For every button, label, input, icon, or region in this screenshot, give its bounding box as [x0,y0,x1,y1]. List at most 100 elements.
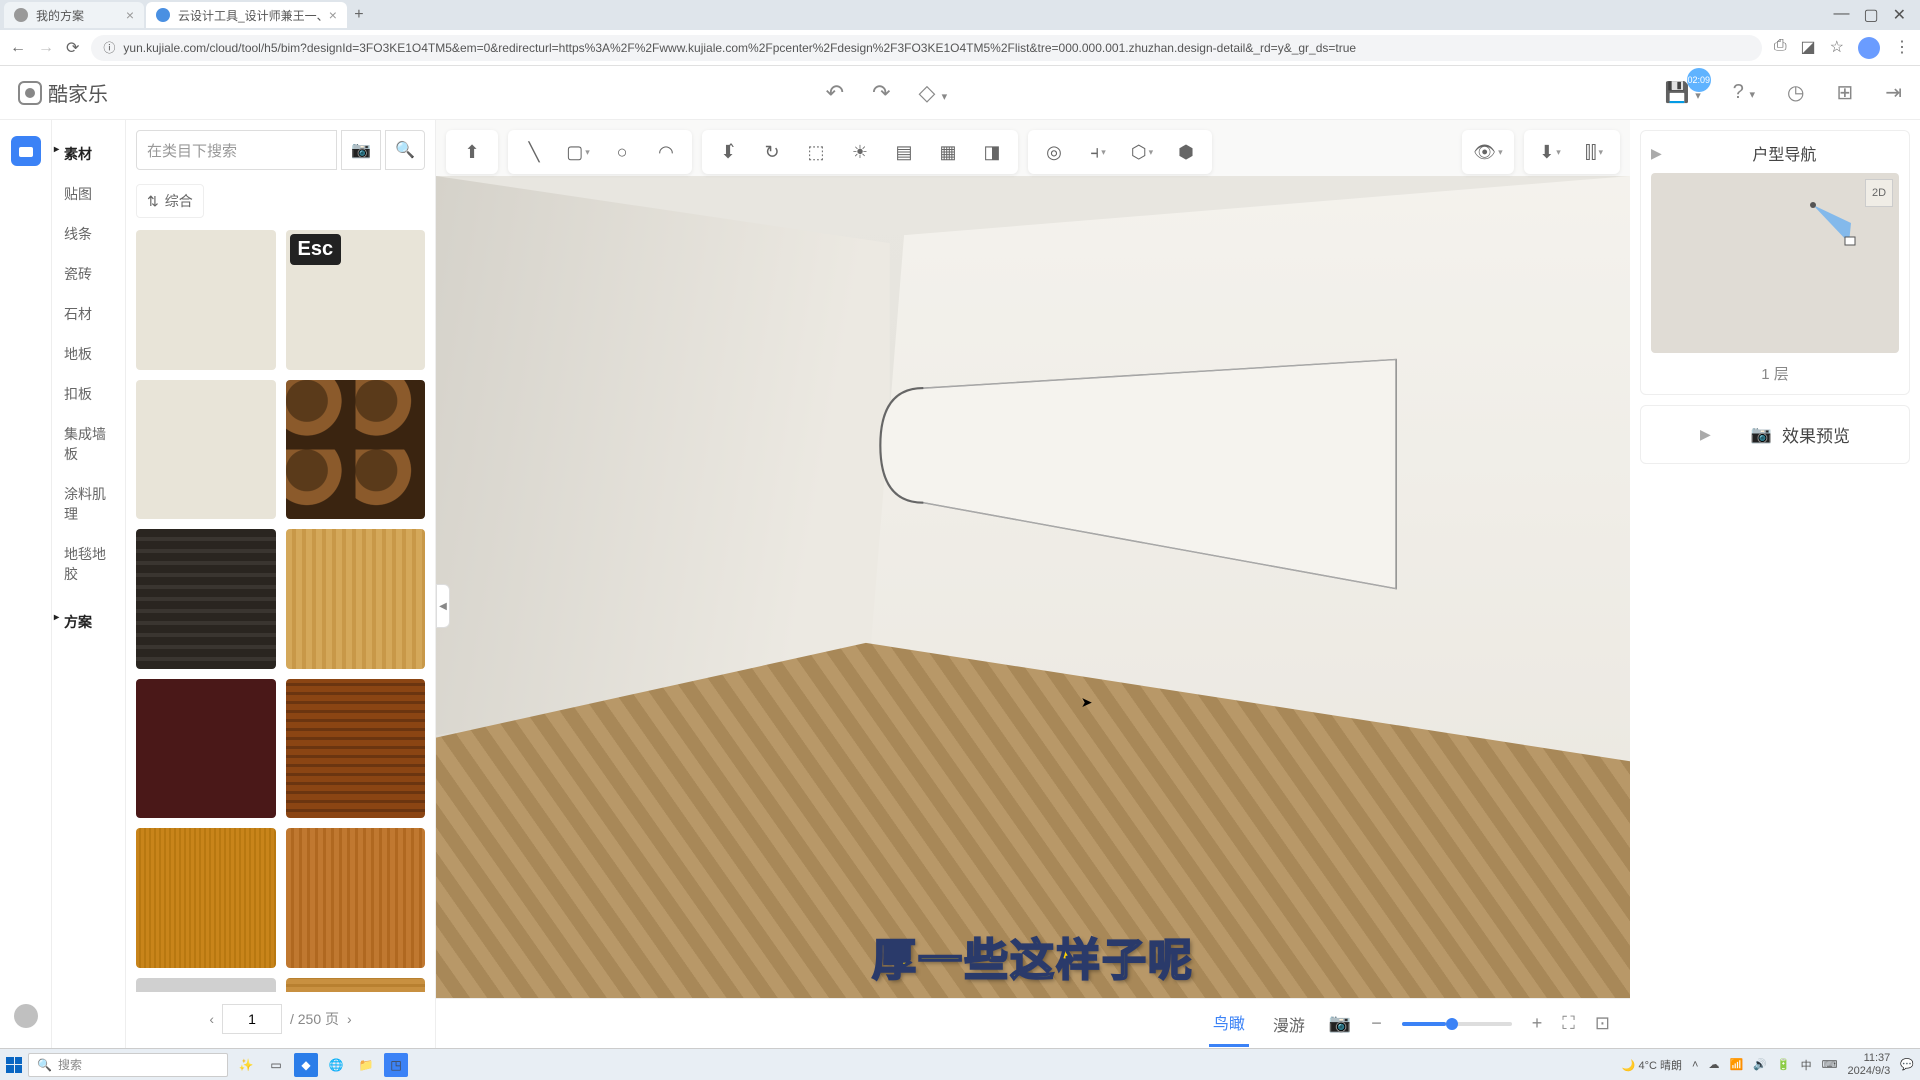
category-head-material[interactable]: 素材 [52,134,125,174]
material-thumb[interactable] [286,679,426,819]
line-tool-icon[interactable]: ╲ [514,136,554,168]
rail-user-avatar[interactable] [14,1004,38,1028]
filter-sort-button[interactable]: ⇅ 综合 [136,184,204,218]
forward-icon[interactable]: → [38,39,54,57]
explorer-icon[interactable]: 📁 [354,1053,378,1077]
category-item[interactable]: 涂料肌理 [52,474,125,534]
layout-tool-icon[interactable]: ▤ [884,136,924,168]
material-thumb[interactable] [136,230,276,370]
view-tab-roam[interactable]: 漫游 [1269,1002,1309,1046]
minimap[interactable]: 2D [1651,173,1899,353]
browser-tab-active[interactable]: 云设计工具_设计师兼王一、 × [146,2,347,28]
panel-collapse-handle[interactable]: ◀ [436,584,450,628]
panel-collapse-icon[interactable]: ▶ [1651,145,1662,162]
eraser-icon[interactable]: ◇ ▾ [919,80,948,106]
battery-icon[interactable]: 🔋 [1777,1058,1791,1071]
help-icon[interactable]: ? ▾ [1733,81,1755,104]
url-input[interactable]: ⓘ yun.kujiale.com/cloud/tool/h5/bim?desi… [91,35,1761,61]
network-icon[interactable]: 📶 [1729,1058,1743,1071]
search-button[interactable]: 🔍 [385,130,425,170]
category-item[interactable]: 贴图 [52,174,125,214]
category-head-scheme[interactable]: 方案 [52,602,125,642]
zoom-in-icon[interactable]: + [1532,1013,1543,1034]
prev-page-icon[interactable]: ‹ [209,1011,214,1027]
image-search-icon[interactable]: 📷 [341,130,381,170]
profile-avatar[interactable] [1858,37,1880,59]
extension-icon[interactable]: ◪ [1801,37,1816,59]
material-thumb[interactable] [136,978,276,993]
site-info-icon[interactable]: ⓘ [103,39,115,56]
focus-tool-icon[interactable]: ◎ [1034,136,1074,168]
material-thumb[interactable] [136,529,276,669]
view-tool-icon[interactable]: 👁▾ [1468,136,1508,168]
undo-icon[interactable]: ↶ [826,80,844,106]
select-tool-icon[interactable]: ⬚ [796,136,836,168]
fit-icon[interactable]: ⛶ [1562,1013,1575,1034]
material-thumb[interactable] [286,828,426,968]
cube-tool-icon[interactable]: ⬡▾ [1122,136,1162,168]
category-item[interactable]: 扣板 [52,374,125,414]
export-icon[interactable]: ⇥ [1885,80,1902,105]
redo-icon[interactable]: ↷ [872,80,890,106]
material-thumb[interactable] [136,679,276,819]
camera-mode-icon[interactable]: 📷 [1329,1013,1351,1034]
category-item[interactable]: 集成墙板 [52,414,125,474]
minimap-2d-toggle[interactable]: 2D [1865,179,1893,207]
bookmark-icon[interactable]: ☆ [1830,37,1844,59]
download-tool-icon[interactable]: ⬇▾ [1530,136,1570,168]
weather-widget[interactable]: 🌙 4°C 晴朗 [1622,1057,1682,1073]
panel-collapse-icon[interactable]: ▶ [1700,426,1711,443]
notifications-icon[interactable]: 💬 [1900,1058,1914,1071]
start-button[interactable] [6,1057,22,1073]
clock[interactable]: 11:37 2024/9/3 [1847,1052,1890,1076]
reload-icon[interactable]: ⟳ [66,38,79,58]
tab-close-icon[interactable]: × [329,7,337,23]
install-app-icon[interactable]: ⎙ [1774,37,1787,59]
grid-tool-icon[interactable]: ▦ [928,136,968,168]
split-tool-icon[interactable]: ◨ [972,136,1012,168]
new-tab-button[interactable]: + [349,6,369,24]
light-tool-icon[interactable]: ☀ [840,136,880,168]
arc-tool-icon[interactable]: ◠ [646,136,686,168]
cloud-icon[interactable]: ☁ [1708,1058,1719,1071]
align-tool-icon[interactable]: ⫞▾ [1078,136,1118,168]
chrome-icon[interactable]: 🌐 [324,1053,348,1077]
model-tool-icon[interactable]: ⬢ [1166,136,1206,168]
zoom-slider[interactable] [1402,1022,1512,1026]
material-thumb[interactable] [286,529,426,669]
history-icon[interactable]: ◷ [1787,80,1804,105]
material-thumb[interactable]: Esc [286,230,426,370]
view-tab-birdeye[interactable]: 鸟瞰 [1209,1000,1249,1047]
category-item[interactable]: 线条 [52,214,125,254]
save-button[interactable]: 💾 ▾ 02:09 [1665,80,1701,105]
material-thumb[interactable] [286,380,426,520]
extrude-tool-icon[interactable]: ⬇̂ [708,136,748,168]
minimize-icon[interactable]: — [1833,5,1849,25]
category-item[interactable]: 石材 [52,294,125,334]
rotate-tool-icon[interactable]: ↻ [752,136,792,168]
category-item[interactable]: 地板 [52,334,125,374]
task-view-icon[interactable]: ▭ [264,1053,288,1077]
ime-mode-icon[interactable]: ⌨ [1822,1058,1838,1071]
back-icon[interactable]: ← [10,39,26,57]
rail-library-icon[interactable] [11,136,41,166]
map-tool-icon[interactable]: ⫿⫿▾ [1574,136,1614,168]
material-thumb[interactable] [286,978,426,993]
taskbar-app-icon[interactable]: ◳ [384,1053,408,1077]
fullscreen-icon[interactable]: ⊡ [1595,1013,1610,1034]
menu-icon[interactable]: ⋮ [1894,37,1910,59]
close-window-icon[interactable]: ✕ [1893,5,1906,25]
tab-close-icon[interactable]: × [126,7,134,23]
browser-tab[interactable]: 我的方案 × [4,2,144,28]
taskbar-search[interactable]: 🔍 搜索 [28,1053,228,1077]
app-logo[interactable]: 酷家乐 [18,78,108,107]
material-thumb[interactable] [136,380,276,520]
maximize-icon[interactable]: ▢ [1863,5,1878,25]
next-page-icon[interactable]: › [347,1011,352,1027]
volume-icon[interactable]: 🔊 [1753,1058,1767,1071]
zoom-out-icon[interactable]: − [1371,1013,1382,1034]
taskbar-app-icon[interactable]: ◆ [294,1053,318,1077]
ime-indicator[interactable]: 中 [1801,1057,1812,1073]
upload-tool-icon[interactable]: ⬆ [452,136,492,168]
material-thumb[interactable] [136,828,276,968]
